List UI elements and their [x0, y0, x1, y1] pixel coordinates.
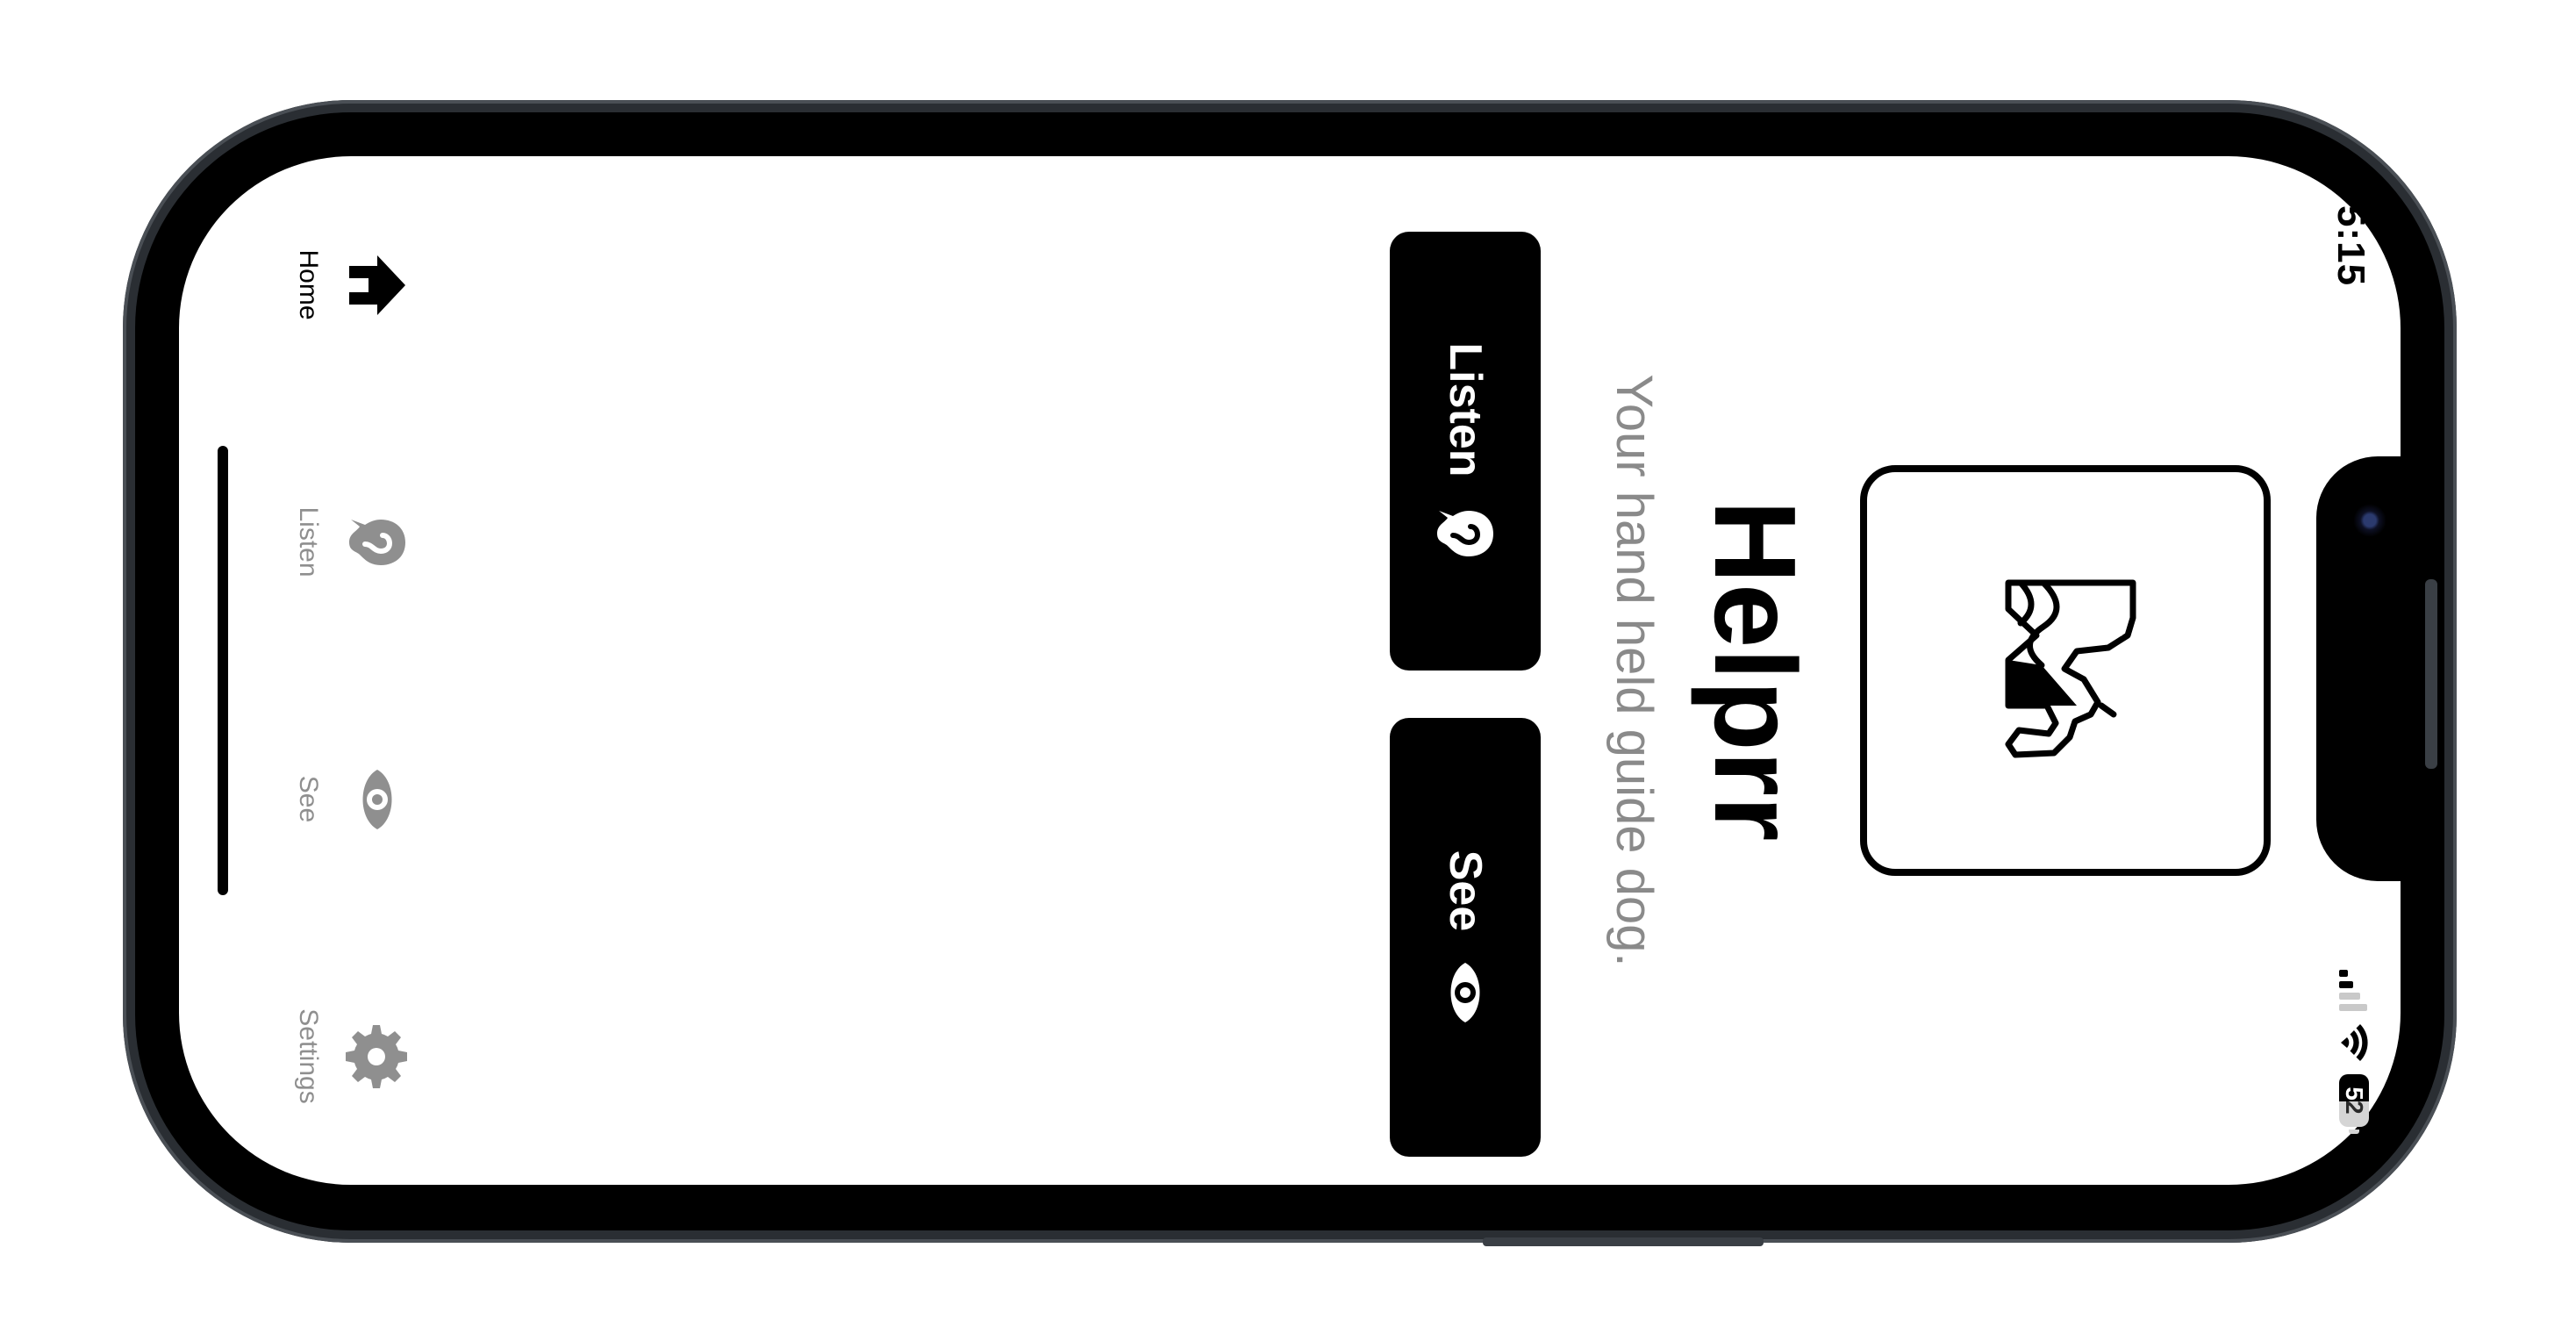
device-stage: 5:15 52 Helprr Your hand held guide dog.… — [0, 0, 2576, 1334]
home-indicator[interactable] — [218, 446, 228, 895]
ear-icon — [1437, 510, 1493, 556]
tab-home[interactable]: Home — [251, 197, 409, 373]
home-icon — [349, 255, 405, 315]
battery-icon: 52 — [2339, 1074, 2369, 1134]
tab-settings[interactable]: Settings — [251, 969, 409, 1144]
tab-see-label: See — [294, 775, 323, 823]
see-button-label: See — [1440, 850, 1491, 932]
cellular-signal-icon — [2339, 970, 2369, 1011]
volume-button — [1483, 1237, 1764, 1246]
listen-button[interactable]: Listen — [1390, 232, 1541, 671]
app-logo — [1860, 465, 2271, 876]
tab-bar: Home Listen See Settings — [251, 156, 409, 1185]
eye-icon — [362, 769, 392, 829]
tab-home-label: Home — [294, 249, 323, 320]
side-button — [2425, 579, 2437, 769]
tab-settings-label: Settings — [294, 1008, 323, 1104]
status-indicators: 52 — [2339, 970, 2369, 1134]
eye-icon — [1450, 963, 1480, 1023]
see-button[interactable]: See — [1390, 718, 1541, 1157]
ear-icon — [349, 519, 405, 565]
tab-listen-label: Listen — [294, 506, 323, 577]
gear-icon — [346, 1024, 407, 1088]
battery-level: 52 — [2341, 1087, 2368, 1115]
tab-see[interactable]: See — [251, 712, 409, 887]
guide-dog-logo-icon — [2005, 579, 2136, 758]
app-title: Helprr — [1691, 499, 1820, 842]
app-tagline: Your hand held guide dog. — [1606, 374, 1663, 967]
wifi-icon — [2339, 1023, 2369, 1062]
front-camera-icon — [2353, 504, 2386, 537]
app-screen: 5:15 52 Helprr Your hand held guide dog.… — [179, 156, 2401, 1185]
listen-button-label: Listen — [1440, 342, 1491, 477]
status-time: 5:15 — [2329, 205, 2372, 287]
tab-listen[interactable]: Listen — [251, 455, 409, 630]
